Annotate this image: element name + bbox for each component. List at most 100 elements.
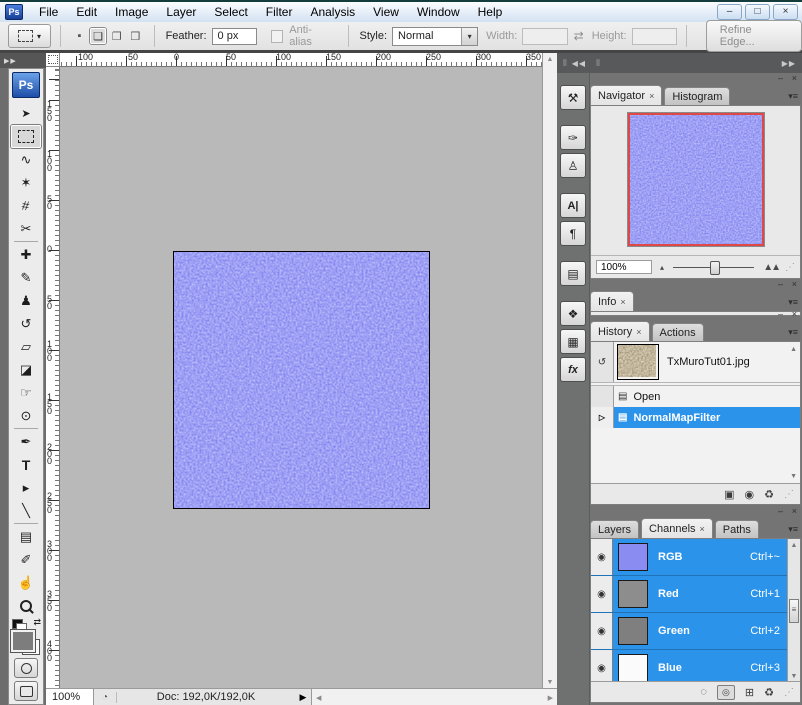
panel-close-icon[interactable]: × — [792, 506, 797, 516]
channel-row-rgb[interactable]: ◉ RGB Ctrl+~ — [591, 539, 800, 576]
anti-alias-checkbox[interactable] — [271, 30, 284, 43]
save-selection-as-channel-button[interactable]: ◎ — [717, 685, 735, 700]
brush-tool[interactable]: ✎ — [11, 266, 41, 289]
panel-menu-icon[interactable]: ▾≡ — [780, 327, 801, 341]
notes-tool[interactable]: ▤ — [11, 525, 41, 548]
tool-preset-picker[interactable]: ▾ — [8, 24, 51, 48]
tab-actions[interactable]: Actions — [652, 323, 704, 341]
menu-window[interactable]: Window — [408, 4, 469, 20]
delete-state-icon[interactable]: ♻ — [764, 488, 774, 501]
move-tool[interactable]: ➤ — [11, 102, 41, 125]
pen-tool[interactable]: ✒ — [11, 430, 41, 453]
tab-close-icon[interactable]: × — [700, 524, 705, 534]
zoom-in-icon[interactable]: ▲▲ — [763, 262, 779, 273]
navigator-zoom-field[interactable]: 100% — [596, 260, 652, 274]
swap-colors-icon[interactable]: ⇄ — [33, 617, 41, 628]
minimize-button[interactable]: – — [717, 4, 742, 20]
styles-panel-button[interactable]: fx — [560, 357, 586, 382]
healing-brush-tool[interactable]: ✚ — [11, 243, 41, 266]
history-state-normalmapfilter[interactable]: ▷ ▤ NormalMapFilter — [591, 407, 800, 428]
color-panel-button[interactable]: ❖ — [560, 301, 586, 326]
refine-edge-button[interactable]: Refine Edge... — [706, 20, 802, 52]
new-selection-button[interactable]: ▪ — [71, 28, 88, 44]
hand-tool[interactable]: ☝ — [11, 571, 41, 594]
panel-minimize-icon[interactable]: – — [778, 73, 783, 83]
navigator-preview[interactable] — [628, 113, 764, 246]
menu-file[interactable]: File — [30, 4, 67, 20]
zoom-level-field[interactable]: 100% — [46, 689, 94, 705]
ps-logo-button[interactable]: Ps — [12, 72, 40, 98]
panel-dock-header[interactable]: ⫴ ◀◀ ⫴ ▶▶ — [557, 53, 802, 73]
resize-grip-icon[interactable]: ⋰ — [784, 489, 794, 500]
visibility-toggle[interactable]: ◉ — [591, 539, 613, 575]
smudge-tool[interactable]: ☞ — [11, 381, 41, 404]
tab-navigator[interactable]: Navigator × — [590, 85, 662, 105]
add-to-selection-button[interactable]: ❏ — [90, 28, 107, 44]
tab-close-icon[interactable]: × — [620, 297, 625, 307]
canvas-area[interactable] — [60, 67, 542, 688]
rectangular-marquee-tool[interactable] — [11, 125, 41, 148]
new-channel-icon[interactable]: ⊞ — [745, 686, 754, 699]
panel-menu-icon[interactable]: ▾≡ — [780, 91, 801, 105]
channel-row-red[interactable]: ◉ Red Ctrl+1 — [591, 576, 800, 613]
ruler-corner[interactable] — [46, 53, 60, 67]
width-input[interactable] — [522, 28, 567, 45]
close-button[interactable]: × — [773, 4, 798, 20]
style-select[interactable]: Normal ▾ — [392, 27, 478, 46]
dodge-tool[interactable]: ⊙ — [11, 404, 41, 427]
slice-tool[interactable]: ✂ — [11, 217, 41, 240]
collapse-right-icon[interactable]: ▶▶ — [782, 59, 796, 68]
slider-thumb[interactable] — [710, 261, 720, 275]
panel-minimize-icon[interactable]: – — [778, 506, 783, 516]
channels-scrollbar[interactable]: ▲ ≡ ▼ — [787, 539, 800, 683]
menu-view[interactable]: View — [364, 4, 408, 20]
menu-layer[interactable]: Layer — [157, 4, 205, 20]
document-image[interactable] — [173, 251, 430, 509]
tab-layers[interactable]: Layers — [590, 520, 639, 538]
horizontal-scrollbar[interactable]: ◀ ▶ — [312, 689, 557, 705]
gradient-tool[interactable]: ◪ — [11, 358, 41, 381]
menu-help[interactable]: Help — [469, 4, 512, 20]
feather-input[interactable]: 0 px — [212, 28, 257, 45]
menu-edit[interactable]: Edit — [67, 4, 106, 20]
load-selection-icon[interactable]: ◌ — [700, 686, 707, 698]
scroll-right-icon[interactable]: ▶ — [548, 694, 553, 702]
character-panel-button[interactable]: A| — [560, 193, 586, 218]
scroll-down-icon[interactable]: ▼ — [788, 673, 800, 680]
tool-presets-panel-button[interactable]: ⚒ — [560, 85, 586, 110]
history-brush-tool[interactable]: ↺ — [11, 312, 41, 335]
menu-select[interactable]: Select — [205, 4, 256, 20]
panel-close-icon[interactable]: × — [792, 73, 797, 83]
crop-tool[interactable]: # — [11, 194, 41, 217]
tab-channels[interactable]: Channels × — [641, 518, 713, 538]
vertical-scrollbar[interactable]: ▲ ▼ — [542, 53, 557, 688]
swatches-panel-button[interactable]: ▦ — [560, 329, 586, 354]
delete-channel-icon[interactable]: ♻ — [764, 686, 774, 699]
paragraph-panel-button[interactable]: ¶ — [560, 221, 586, 246]
resize-grip-icon[interactable]: ⋰ — [785, 262, 795, 273]
new-document-from-state-icon[interactable]: ▣ — [724, 488, 734, 501]
version-cue-icon[interactable]: ◔ — [94, 692, 117, 703]
height-input[interactable] — [632, 28, 677, 45]
tool-dock-header[interactable]: ▶▶ — [0, 53, 46, 68]
panel-minimize-icon[interactable]: – — [778, 279, 783, 289]
swap-dimensions-icon[interactable]: ⇄ — [574, 29, 584, 43]
panel-menu-icon[interactable]: ▾≡ — [780, 524, 801, 538]
quick-mask-button[interactable] — [14, 658, 38, 678]
tab-history[interactable]: History × — [590, 321, 650, 341]
line-tool[interactable]: ╲ — [11, 499, 41, 522]
tab-histogram[interactable]: Histogram — [664, 87, 730, 105]
panel-close-icon[interactable]: × — [792, 279, 797, 289]
tab-close-icon[interactable]: × — [649, 91, 654, 101]
scroll-up-icon[interactable]: ▲ — [788, 542, 800, 549]
history-brush-source-well[interactable]: ↺ — [591, 342, 614, 382]
panel-menu-icon[interactable]: ▾≡ — [780, 297, 801, 311]
scroll-up-icon[interactable]: ▲ — [543, 56, 557, 63]
vertical-ruler[interactable]: 150 100 50 0 50 100 150 200 250 300 350 … — [46, 67, 60, 688]
visibility-toggle[interactable]: ◉ — [591, 613, 613, 649]
menu-filter[interactable]: Filter — [257, 4, 302, 20]
path-selection-tool[interactable]: ▸ — [11, 476, 41, 499]
subtract-from-selection-button[interactable]: ❐ — [108, 28, 125, 44]
history-state-open[interactable]: ▤ Open — [591, 386, 800, 407]
clone-source-panel-button[interactable]: ♙ — [560, 153, 586, 178]
